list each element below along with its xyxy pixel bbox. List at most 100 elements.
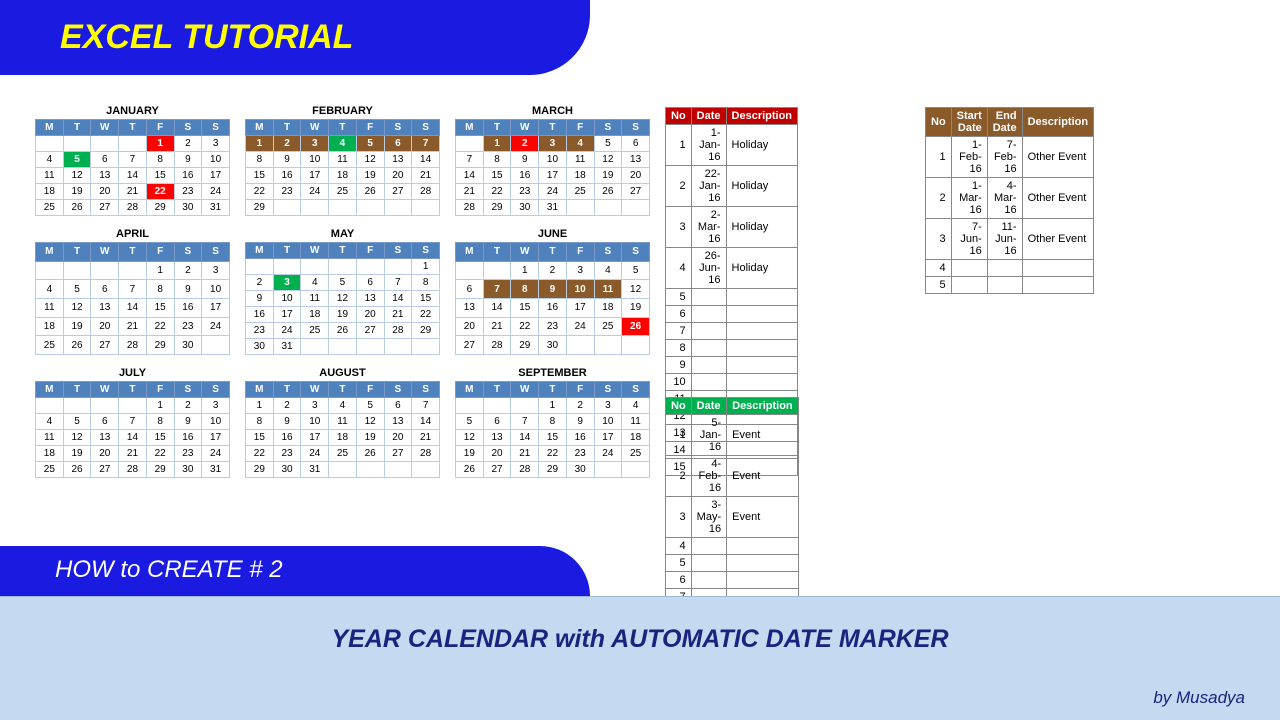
- byline: by Musadya: [1153, 688, 1245, 708]
- day-cell: [412, 339, 440, 355]
- calendar-grid: JANUARYMTWTFSS12345678910111213141516171…: [35, 105, 650, 478]
- day-cell: [91, 136, 119, 152]
- day-cell: 4: [301, 275, 329, 291]
- day-cell: 5: [356, 136, 384, 152]
- day-cell: 16: [511, 168, 539, 184]
- day-cell: 18: [594, 298, 622, 317]
- day-cell: 19: [594, 168, 622, 184]
- day-cell: 29: [412, 323, 440, 339]
- day-cell: 16: [566, 430, 594, 446]
- day-cell: 10: [202, 414, 230, 430]
- month-august: AUGUSTMTWTFSS123456789101112131415161718…: [245, 367, 440, 478]
- day-cell: 14: [119, 168, 147, 184]
- day-cell: 11: [329, 414, 357, 430]
- day-cell: [301, 259, 329, 275]
- day-cell: 23: [174, 446, 202, 462]
- day-cell: 29: [246, 200, 274, 216]
- day-cell: 27: [456, 336, 484, 355]
- sub-banner: HOW to CREATE # 2: [0, 546, 590, 596]
- day-cell: 21: [511, 446, 539, 462]
- day-cell: [483, 261, 511, 280]
- day-cell: 14: [384, 291, 412, 307]
- day-cell: 23: [246, 323, 274, 339]
- day-cell: 15: [511, 298, 539, 317]
- day-cell: [594, 336, 622, 355]
- day-cell: 15: [146, 298, 174, 317]
- day-cell: 31: [273, 339, 301, 355]
- day-cell: 13: [91, 298, 119, 317]
- day-cell: 14: [483, 298, 511, 317]
- day-cell: 2: [246, 275, 274, 291]
- day-cell: 15: [412, 291, 440, 307]
- day-cell: 7: [119, 280, 147, 299]
- day-cell: 6: [483, 414, 511, 430]
- day-cell: 1: [146, 261, 174, 280]
- day-cell: 28: [384, 323, 412, 339]
- day-cell: 29: [146, 200, 174, 216]
- day-cell: 9: [174, 152, 202, 168]
- day-cell: 4: [566, 136, 594, 152]
- month-caption: MAY: [245, 228, 440, 242]
- day-cell: 28: [119, 336, 147, 355]
- day-cell: [384, 200, 412, 216]
- day-cell: 24: [202, 184, 230, 200]
- day-cell: 12: [356, 152, 384, 168]
- day-cell: 21: [119, 317, 147, 336]
- day-cell: 23: [273, 446, 301, 462]
- day-cell: 8: [146, 414, 174, 430]
- day-cell: 10: [202, 280, 230, 299]
- day-cell: 25: [36, 200, 64, 216]
- day-cell: [329, 339, 357, 355]
- day-cell: 30: [511, 200, 539, 216]
- day-cell: 11: [36, 168, 64, 184]
- day-cell: 13: [91, 430, 119, 446]
- day-cell: 12: [329, 291, 357, 307]
- day-cell: 25: [622, 446, 650, 462]
- day-cell: 19: [456, 446, 484, 462]
- day-cell: 19: [622, 298, 650, 317]
- day-cell: [273, 259, 301, 275]
- day-cell: 5: [329, 275, 357, 291]
- day-cell: 6: [91, 152, 119, 168]
- day-cell: 7: [511, 414, 539, 430]
- day-cell: 15: [483, 168, 511, 184]
- day-cell: 9: [539, 280, 567, 299]
- day-cell: 29: [539, 462, 567, 478]
- day-cell: 17: [301, 168, 329, 184]
- day-cell: 20: [356, 307, 384, 323]
- day-cell: 14: [412, 152, 440, 168]
- day-cell: 14: [511, 430, 539, 446]
- day-cell: 18: [301, 307, 329, 323]
- day-cell: 2: [273, 136, 301, 152]
- day-cell: [36, 136, 64, 152]
- day-cell: 5: [63, 414, 91, 430]
- day-cell: 19: [356, 430, 384, 446]
- table-row: 4: [926, 260, 1094, 277]
- day-cell: 10: [202, 152, 230, 168]
- day-cell: 11: [622, 414, 650, 430]
- day-cell: 18: [566, 168, 594, 184]
- day-cell: 30: [539, 336, 567, 355]
- day-cell: 8: [511, 280, 539, 299]
- day-cell: 11: [36, 298, 64, 317]
- day-cell: 25: [329, 446, 357, 462]
- day-cell: 2: [273, 398, 301, 414]
- day-cell: 9: [246, 291, 274, 307]
- day-cell: 7: [384, 275, 412, 291]
- day-cell: 8: [539, 414, 567, 430]
- day-cell: 1: [146, 136, 174, 152]
- month-caption: MARCH: [455, 105, 650, 119]
- day-cell: 5: [63, 280, 91, 299]
- day-cell: 16: [174, 430, 202, 446]
- day-cell: [91, 398, 119, 414]
- day-cell: [91, 261, 119, 280]
- day-cell: 8: [246, 152, 274, 168]
- day-cell: [356, 462, 384, 478]
- table-row: 6: [666, 306, 798, 323]
- table-row: 32-Mar-16Holiday: [666, 207, 798, 248]
- day-cell: 25: [566, 184, 594, 200]
- day-cell: 1: [511, 261, 539, 280]
- day-cell: [622, 336, 650, 355]
- day-cell: 27: [622, 184, 650, 200]
- day-cell: 7: [483, 280, 511, 299]
